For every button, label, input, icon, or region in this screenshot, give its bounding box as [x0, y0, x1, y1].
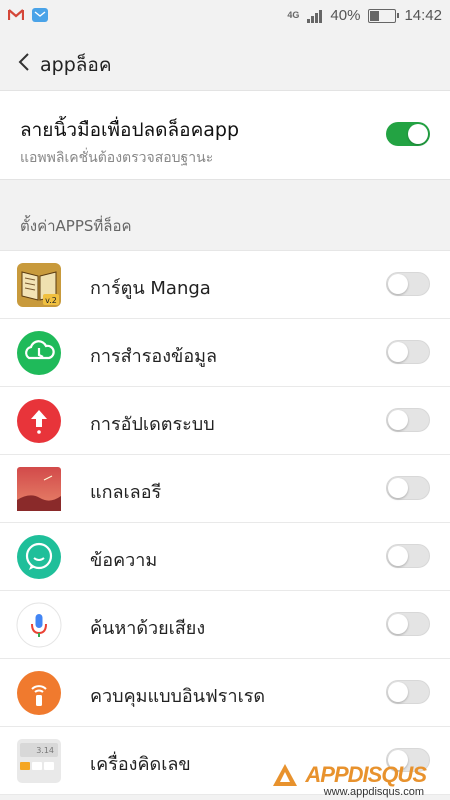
app-lock-toggle[interactable] [386, 408, 430, 432]
gallery-icon [17, 467, 61, 511]
app-label: ข้อความ [90, 550, 158, 571]
app-label: แกลเลอรี [90, 482, 162, 503]
clock: 14:42 [404, 7, 442, 24]
list-item[interactable]: การสำรองข้อมูล [0, 319, 450, 387]
section-label: ตั้งค่าAPPSที่ล็อค [20, 217, 132, 235]
app-lock-list: v.2 การ์ตูน Manga การสำรองข้อมูล การอัปเ… [0, 250, 450, 795]
app-header: appล็อค [0, 34, 450, 90]
list-item[interactable]: ค้นหาด้วยเสียง [0, 591, 450, 659]
back-arrow-icon[interactable] [14, 50, 36, 74]
list-item[interactable]: ข้อความ [0, 523, 450, 591]
battery-icon [368, 8, 400, 23]
svg-text:3.14: 3.14 [36, 746, 54, 755]
voice-search-icon [16, 602, 62, 648]
watermark-icon [273, 764, 298, 786]
message-notification-icon [32, 8, 48, 22]
watermark-url: www.appdisqus.com [323, 786, 424, 798]
app-label: ควบคุมแบบอินฟราเรด [90, 686, 266, 707]
fingerprint-subtitle: แอพพลิเคชั่นต้องตรวจสอบฐานะ [20, 150, 214, 166]
app-lock-toggle[interactable] [386, 340, 430, 364]
network-type: 4G [287, 10, 300, 20]
list-item[interactable]: การอัปเดตระบบ [0, 387, 450, 455]
cloud-backup-icon [17, 331, 61, 375]
app-label: การอัปเดตระบบ [90, 414, 215, 435]
manga-book-icon: v.2 [17, 263, 61, 307]
page-title: appล็อค [40, 54, 112, 76]
list-item[interactable]: ควบคุมแบบอินฟราเรด [0, 659, 450, 727]
app-label: ค้นหาด้วยเสียง [90, 618, 206, 639]
signal-icon [307, 9, 323, 23]
gmail-notification-icon [8, 9, 24, 20]
watermark-text: APPDISQUS [305, 762, 427, 787]
app-label: การ์ตูน Manga [90, 278, 211, 299]
app-label: การสำรองข้อมูล [90, 346, 218, 367]
status-bar: 4G 40% 14:42 [0, 0, 450, 34]
fingerprint-toggle[interactable] [386, 122, 430, 146]
watermark-logo: APPDISQUS www.appdisqus.com [271, 762, 427, 798]
app-lock-toggle[interactable] [386, 544, 430, 568]
app-lock-toggle[interactable] [386, 680, 430, 704]
fingerprint-title: ลายนิ้วมือเพื่อปลดล็อคapp [20, 119, 240, 141]
calculator-icon: 3.14 [17, 739, 61, 783]
list-item[interactable]: แกลเลอรี [0, 455, 450, 523]
app-label: เครื่องคิดเลข [90, 754, 191, 775]
section-header: ตั้งค่าAPPSที่ล็อค [0, 180, 450, 250]
system-update-icon [17, 399, 61, 443]
app-lock-toggle[interactable] [386, 612, 430, 636]
svg-text:v.2: v.2 [45, 296, 57, 305]
list-item[interactable]: v.2 การ์ตูน Manga [0, 251, 450, 319]
battery-percent: 40% [330, 7, 361, 24]
app-lock-toggle[interactable] [386, 476, 430, 500]
fingerprint-unlock-setting[interactable]: ลายนิ้วมือเพื่อปลดล็อคapp แอพพลิเคชั่นต้… [0, 90, 450, 180]
infrared-remote-icon [17, 671, 61, 715]
app-lock-toggle[interactable] [386, 272, 430, 296]
messages-icon [17, 535, 61, 579]
